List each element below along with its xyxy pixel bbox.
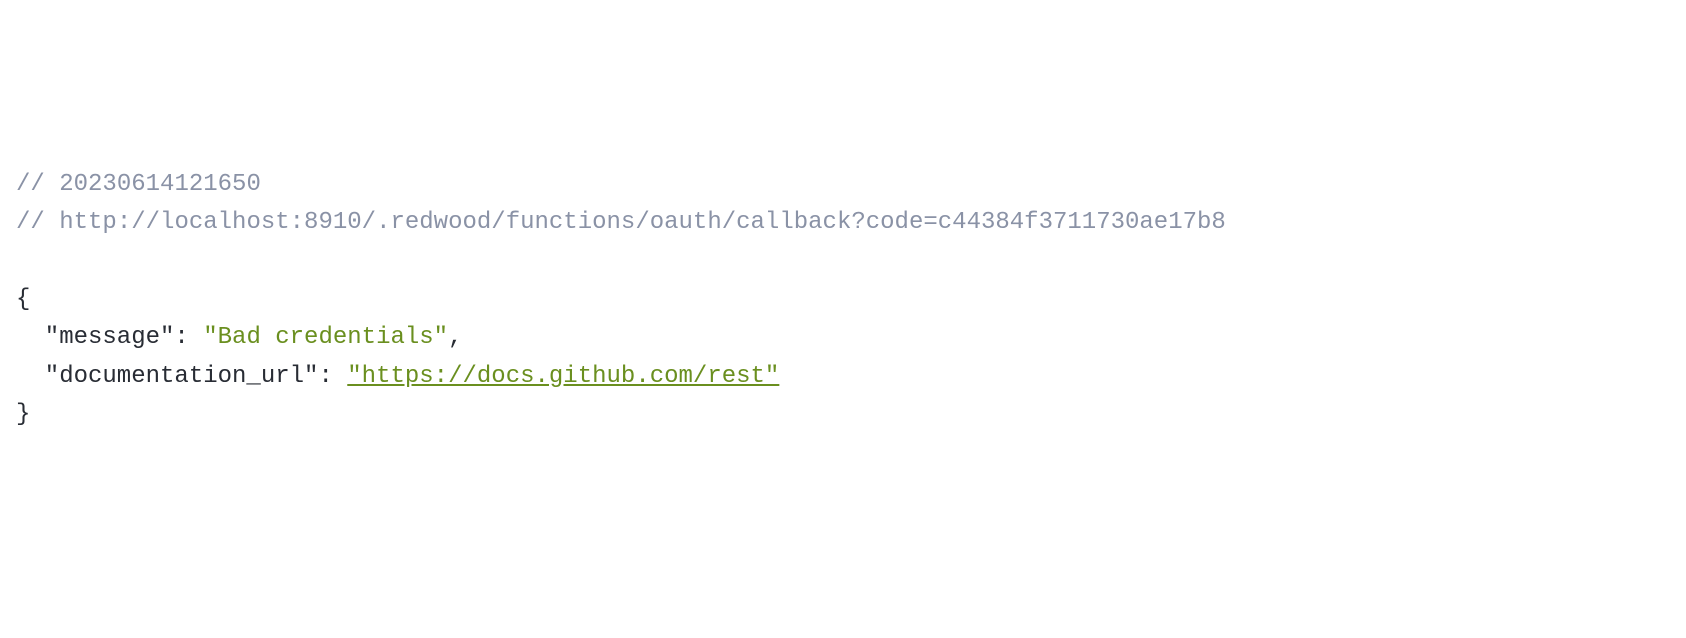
blank-line <box>16 242 1670 280</box>
comment-prefix: // <box>16 209 59 236</box>
json-key-documentation-url: "documentation_url" <box>45 363 319 390</box>
comment-url: http://localhost:8910/.redwood/functions… <box>59 209 1226 236</box>
close-brace: } <box>16 401 30 428</box>
comment-line-timestamp: // 20230614121650 <box>16 166 1670 204</box>
open-brace-line: { <box>16 281 1670 319</box>
comment-timestamp: 20230614121650 <box>59 171 261 198</box>
json-key-message: "message" <box>45 324 175 351</box>
comment-prefix: // <box>16 171 59 198</box>
property-line-message: "message": "Bad credentials", <box>16 319 1670 357</box>
comment-line-url: // http://localhost:8910/.redwood/functi… <box>16 204 1670 242</box>
json-value-message: "Bad credentials" <box>203 324 448 351</box>
property-line-documentation-url: "documentation_url": "https://docs.githu… <box>16 358 1670 396</box>
json-value-documentation-url-link[interactable]: "https://docs.github.com/rest" <box>347 363 779 390</box>
comma: , <box>448 324 462 351</box>
json-viewer: // 20230614121650// http://localhost:891… <box>16 166 1670 435</box>
close-brace-line: } <box>16 396 1670 434</box>
colon: : <box>318 363 347 390</box>
open-brace: { <box>16 286 30 313</box>
colon: : <box>174 324 203 351</box>
